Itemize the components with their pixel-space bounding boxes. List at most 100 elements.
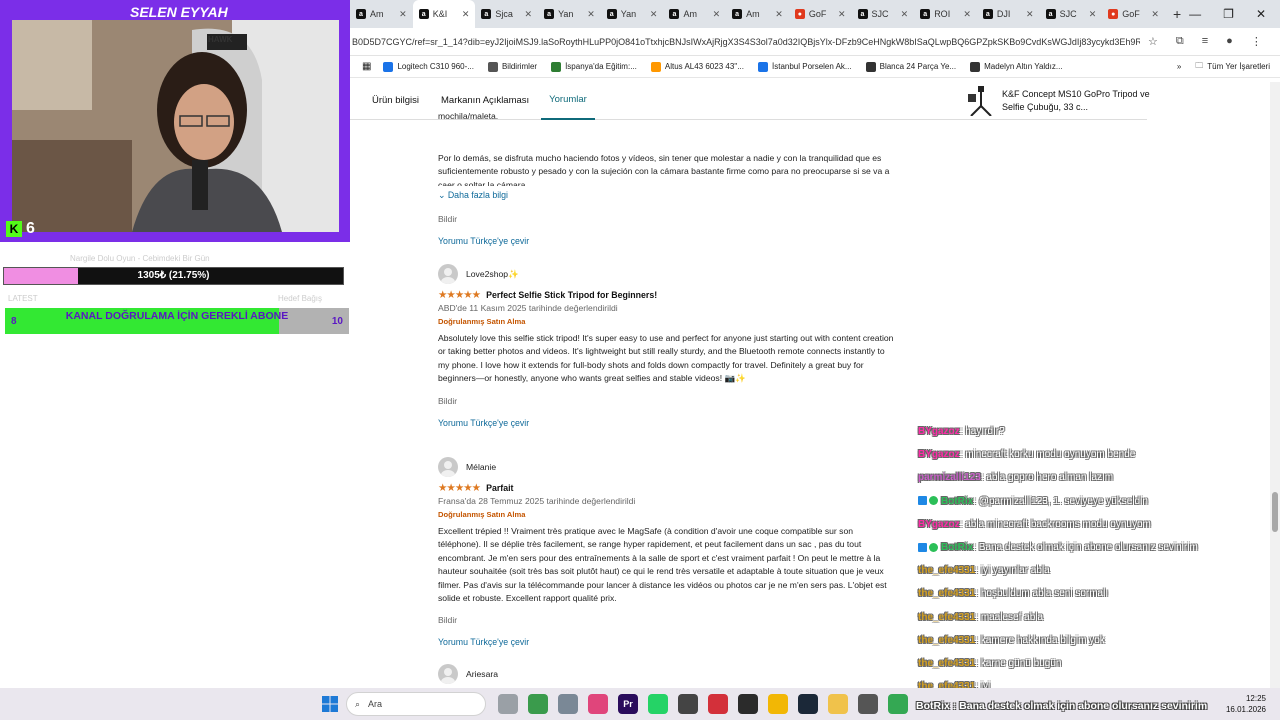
reviewer[interactable]: Ariesara: [438, 664, 898, 684]
app-icon[interactable]: [708, 694, 728, 714]
close-tab-icon[interactable]: ✕: [963, 9, 971, 20]
premiere-icon[interactable]: Pr: [618, 694, 638, 714]
bookmark-favicon-icon: [758, 61, 768, 72]
read-more-link[interactable]: ⌄ Daha fazla bilgi: [438, 190, 508, 201]
bookmark-item[interactable]: Blanca 24 Parça Ye...: [865, 61, 956, 72]
translate-link[interactable]: Yorumu Türkçe'ye çevir: [438, 418, 898, 428]
review-text: Por lo demás, se disfruta mucho haciendo…: [438, 153, 890, 186]
chrome-profile-icon[interactable]: [888, 694, 908, 714]
bookmark-item[interactable]: Madelyn Altın Yaldız...: [970, 61, 1063, 72]
extensions-icon[interactable]: ⧉: [1176, 35, 1184, 48]
profile-icon[interactable]: ●: [1226, 35, 1233, 48]
taskbar-search[interactable]: ⌕ Ara: [346, 692, 486, 716]
file-explorer-icon[interactable]: [828, 694, 848, 714]
browser-tab[interactable]: a Am ✕: [726, 0, 789, 28]
tab-reviews[interactable]: Yorumlar: [541, 82, 595, 120]
close-tab-icon[interactable]: ✕: [1089, 9, 1097, 20]
browser-tab[interactable]: a SJC ✕: [1040, 0, 1103, 28]
browser-tab[interactable]: a Yan ✕: [601, 0, 664, 28]
chevron-down-icon: ⌄: [438, 190, 446, 200]
review-title-row: ★★★★★ Perfect Selfie Stick Tripod for Be…: [438, 289, 898, 301]
browser-tab[interactable]: ● GoF ✕: [789, 0, 852, 28]
close-tab-icon[interactable]: ✕: [1026, 9, 1034, 20]
browser-tab[interactable]: a SJC ✕: [852, 0, 915, 28]
tab-product-info[interactable]: Ürün bilgisi: [372, 82, 419, 120]
obs-icon[interactable]: [678, 694, 698, 714]
review-title[interactable]: Perfect Selfie Stick Tripod for Beginner…: [486, 290, 657, 300]
reviewer[interactable]: Love2shop✨: [438, 264, 898, 284]
bookmark-item[interactable]: Logitech C310 960-...: [383, 61, 474, 72]
close-tab-icon[interactable]: ✕: [713, 9, 721, 20]
browser-tab[interactable]: a Yan ✕: [538, 0, 601, 28]
browser-tab[interactable]: a ROI ✕: [914, 0, 977, 28]
scrollbar-thumb[interactable]: [1272, 492, 1278, 532]
close-tab-icon[interactable]: ✕: [901, 9, 909, 20]
bookmark-favicon-icon: [650, 61, 661, 72]
address-bar: B0D5D7CGYC/ref=sr_1_14?dib=eyJ2IjoiMSJ9.…: [350, 28, 1280, 56]
system-clock[interactable]: 12:25 16.01.2026: [1226, 693, 1266, 715]
verified-badge: Doğrulanmış Satın Alma: [438, 317, 526, 326]
close-tab-icon[interactable]: ✕: [775, 9, 783, 20]
bookmarks-bar: ▦ Logitech C310 960-... Bildirimler İspany…: [350, 56, 1280, 78]
review-text-tail: mochila/maleta.: [438, 111, 499, 121]
browser-tab[interactable]: a K&I ✕: [412, 0, 476, 28]
translate-link[interactable]: Yorumu Türkçe'ye çevir: [438, 637, 898, 647]
task-view-icon[interactable]: [498, 694, 518, 714]
minimize-icon[interactable]: —: [1189, 7, 1201, 21]
more-bookmarks-icon[interactable]: »: [1177, 62, 1181, 71]
bookmark-item[interactable]: İspanya'da Eğitim:...: [551, 61, 637, 72]
browser-tab[interactable]: a Sjca ✕: [475, 0, 538, 28]
browser-tab[interactable]: ● GoF ✕: [1102, 0, 1165, 28]
steam-icon[interactable]: [798, 694, 818, 714]
close-tab-icon[interactable]: ✕: [650, 9, 658, 20]
page-scrollbar[interactable]: [1270, 82, 1280, 688]
windows-start-icon[interactable]: [322, 696, 338, 712]
photos-icon[interactable]: [588, 694, 608, 714]
xbox-icon[interactable]: [528, 694, 548, 714]
browser-tab[interactable]: a Am ✕: [350, 0, 413, 28]
chat-text: : kamere hakkında bilgim yok: [975, 634, 1105, 646]
gopro-icon: ●: [1108, 9, 1119, 19]
url-field[interactable]: B0D5D7CGYC/ref=sr_1_14?dib=eyJ2IjoiMSJ9.…: [350, 37, 1140, 47]
bookmark-label: Bildirimler: [501, 62, 538, 71]
media-icon[interactable]: ≡: [1202, 35, 1208, 48]
apps-grid-icon[interactable]: ▦: [362, 61, 371, 72]
close-tab-icon[interactable]: ✕: [1151, 9, 1159, 20]
bookmark-item[interactable]: Altus AL43 6023 43''...: [650, 61, 744, 72]
settings-icon[interactable]: [858, 694, 878, 714]
stream-chat: BYgazoz: hayırdır? BYgazoz: minecraft kor…: [918, 424, 1248, 702]
capcut-icon[interactable]: [738, 694, 758, 714]
chat-text: : Bana destek olmak için abone olursanız…: [973, 541, 1198, 553]
reviewer[interactable]: Mélanie: [438, 457, 898, 477]
chat-text: : @parmizalli123, 1. seviyeye yükseldin: [973, 495, 1148, 507]
translate-link[interactable]: Yorumu Türkçe'ye çevir: [438, 236, 529, 246]
bookmark-star-icon[interactable]: ☆: [1148, 35, 1158, 48]
chrome-icon[interactable]: [768, 694, 788, 714]
close-tab-icon[interactable]: ✕: [462, 9, 470, 20]
maximize-icon[interactable]: ❐: [1223, 7, 1234, 21]
bookmark-item[interactable]: Bildirimler: [487, 61, 538, 72]
browser-tab[interactable]: a Am ✕: [663, 0, 726, 28]
webcam-feed: [12, 20, 339, 232]
calculator-icon[interactable]: [558, 694, 578, 714]
review-title[interactable]: Parfait: [486, 483, 513, 493]
avatar: [438, 664, 458, 684]
new-tab-button[interactable]: +: [1165, 6, 1189, 22]
close-tab-icon[interactable]: ✕: [525, 9, 533, 20]
chat-username: the_efe4331: [918, 634, 976, 646]
amazon-icon: a: [544, 9, 555, 19]
sticky-product[interactable]: K&F Concept MS10 GoPro Tripod ve Selfie …: [966, 86, 1152, 117]
close-tab-icon[interactable]: ✕: [587, 9, 595, 20]
browser-tab[interactable]: a DJI ✕: [977, 0, 1040, 28]
whatsapp-icon[interactable]: [648, 694, 668, 714]
close-window-icon[interactable]: ✕: [1256, 7, 1266, 21]
report-link[interactable]: Bildir: [438, 214, 457, 224]
report-link[interactable]: Bildir: [438, 396, 898, 406]
review-date: ABD'de 11 Kasım 2025 tarihinde değerlend…: [438, 303, 618, 313]
close-tab-icon[interactable]: ✕: [838, 9, 846, 20]
menu-icon[interactable]: ⋮: [1251, 35, 1262, 48]
bookmark-item[interactable]: İstanbul Porselen Ak...: [758, 61, 852, 72]
all-bookmarks[interactable]: 🗀 Tüm Yer İşaretleri: [1195, 60, 1270, 74]
close-tab-icon[interactable]: ✕: [399, 9, 407, 20]
report-link[interactable]: Bildir: [438, 615, 898, 625]
